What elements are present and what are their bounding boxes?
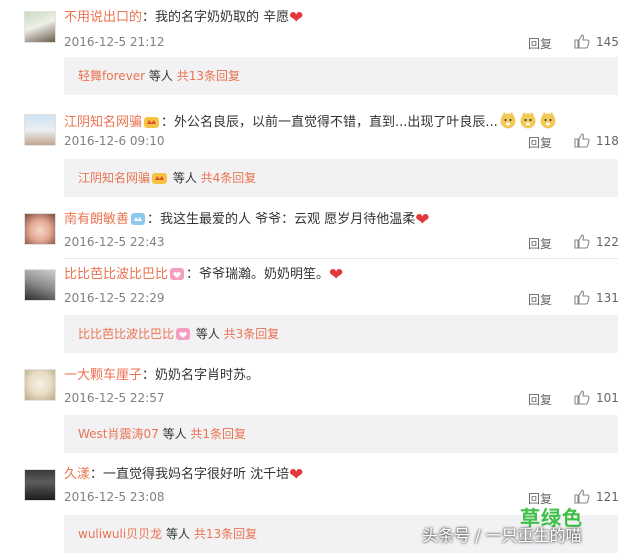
reply-count-link[interactable]: 共13条回复 — [177, 69, 240, 83]
reply-summary[interactable]: 江阴知名网骗 等人 共4条回复 — [64, 159, 618, 197]
thumbs-up-icon — [574, 290, 590, 305]
crown-badge-icon — [143, 114, 160, 134]
reply-button[interactable]: 回复 — [528, 35, 552, 52]
like-button[interactable]: 122 — [574, 234, 619, 249]
reply-count-link[interactable]: 共13条回复 — [194, 527, 257, 541]
comment-text: ：奶奶名字肖时苏。 — [142, 368, 260, 383]
heart-icon: ❤ — [329, 265, 344, 285]
timestamp: 2016-12-5 21:12 — [64, 35, 165, 49]
timestamp: 2016-12-6 09:10 — [64, 134, 165, 148]
doge-emoji-icon — [499, 111, 517, 134]
reply-username[interactable]: 轻舞forever — [78, 69, 145, 83]
comment-text: ：外公名良辰，以前一直觉得不错，直到...出现了叶良辰... — [161, 115, 498, 130]
member-badge-icon — [175, 318, 191, 356]
like-button[interactable]: 118 — [574, 133, 619, 148]
like-button[interactable]: 131 — [574, 290, 619, 305]
comment-text: ：爷爷瑞瀚。奶奶明笙。 — [186, 267, 330, 282]
doge-emoji-icon — [539, 111, 557, 134]
reply-username[interactable]: wuliwuli贝贝龙 — [78, 527, 162, 541]
thumbs-up-icon — [574, 390, 590, 405]
reply-etc: 等人 — [192, 327, 224, 341]
username[interactable]: 不用说出口的 — [64, 10, 142, 25]
reply-summary[interactable]: 比比芭比波比巴比 等人 共3条回复 — [64, 315, 618, 353]
timestamp: 2016-12-5 23:08 — [64, 490, 165, 504]
thumbs-up-icon — [574, 133, 590, 148]
divider — [64, 258, 618, 259]
heart-icon: ❤ — [289, 8, 304, 28]
like-count: 131 — [596, 291, 619, 305]
username[interactable]: 久漾 — [64, 467, 90, 482]
reply-etc: 等人 — [145, 69, 177, 83]
timestamp: 2016-12-5 22:57 — [64, 391, 165, 405]
thumbs-up-icon — [574, 34, 590, 49]
avatar[interactable] — [24, 11, 56, 43]
like-count: 122 — [596, 235, 619, 249]
thumbs-up-icon — [574, 234, 590, 249]
crown-badge-icon — [151, 162, 168, 200]
reply-button[interactable]: 回复 — [528, 134, 552, 151]
avatar[interactable] — [24, 269, 56, 301]
like-count: 121 — [596, 490, 619, 504]
reply-count-link[interactable]: 共1条回复 — [190, 427, 246, 441]
member-badge-icon — [169, 267, 185, 286]
username[interactable]: 一大颗车厘子 — [64, 368, 142, 383]
avatar[interactable] — [24, 213, 56, 245]
watermark-text: 头条号 / 一只重生的喵 — [422, 526, 582, 545]
heart-icon: ❤ — [289, 465, 304, 485]
doge-emoji-icon — [519, 111, 537, 134]
reply-etc: 等人 — [169, 171, 201, 185]
like-count: 145 — [596, 35, 619, 49]
comment-text: ：我这生最爱的人 爷爷：云观 愿岁月待他温柔 — [147, 212, 416, 227]
timestamp: 2016-12-5 22:43 — [64, 235, 165, 249]
member-badge-icon — [130, 212, 146, 231]
reply-username[interactable]: West肖震涛07 — [78, 427, 159, 441]
username[interactable]: 比比芭比波比巴比 — [64, 267, 168, 282]
reply-button[interactable]: 回复 — [528, 235, 552, 252]
like-count: 101 — [596, 391, 619, 405]
heart-icon: ❤ — [415, 210, 430, 230]
comment-text: ：一直觉得我妈名字很好听 沈千培 — [90, 467, 290, 482]
like-count: 118 — [596, 134, 619, 148]
reply-count-link[interactable]: 共3条回复 — [224, 327, 280, 341]
avatar[interactable] — [24, 114, 56, 146]
like-button[interactable]: 145 — [574, 34, 619, 49]
reply-button[interactable]: 回复 — [528, 291, 552, 308]
reply-count-link[interactable]: 共4条回复 — [201, 171, 257, 185]
like-button[interactable]: 101 — [574, 390, 619, 405]
avatar[interactable] — [24, 369, 56, 401]
reply-username[interactable]: 比比芭比波比巴比 — [78, 327, 174, 341]
reply-summary[interactable]: 轻舞forever 等人 共13条回复 — [64, 57, 618, 95]
reply-etc: 等人 — [162, 527, 194, 541]
username[interactable]: 南有朗敏善 — [64, 212, 129, 227]
reply-summary[interactable]: West肖震涛07 等人 共1条回复 — [64, 415, 618, 453]
username[interactable]: 江阴知名网骗 — [64, 115, 142, 130]
timestamp: 2016-12-5 22:29 — [64, 291, 165, 305]
avatar[interactable] — [24, 469, 56, 501]
reply-button[interactable]: 回复 — [528, 391, 552, 408]
reply-etc: 等人 — [158, 427, 191, 441]
reply-username[interactable]: 江阴知名网骗 — [78, 171, 150, 185]
comment-text: ：我的名字奶奶取的 辛愿 — [142, 10, 290, 25]
